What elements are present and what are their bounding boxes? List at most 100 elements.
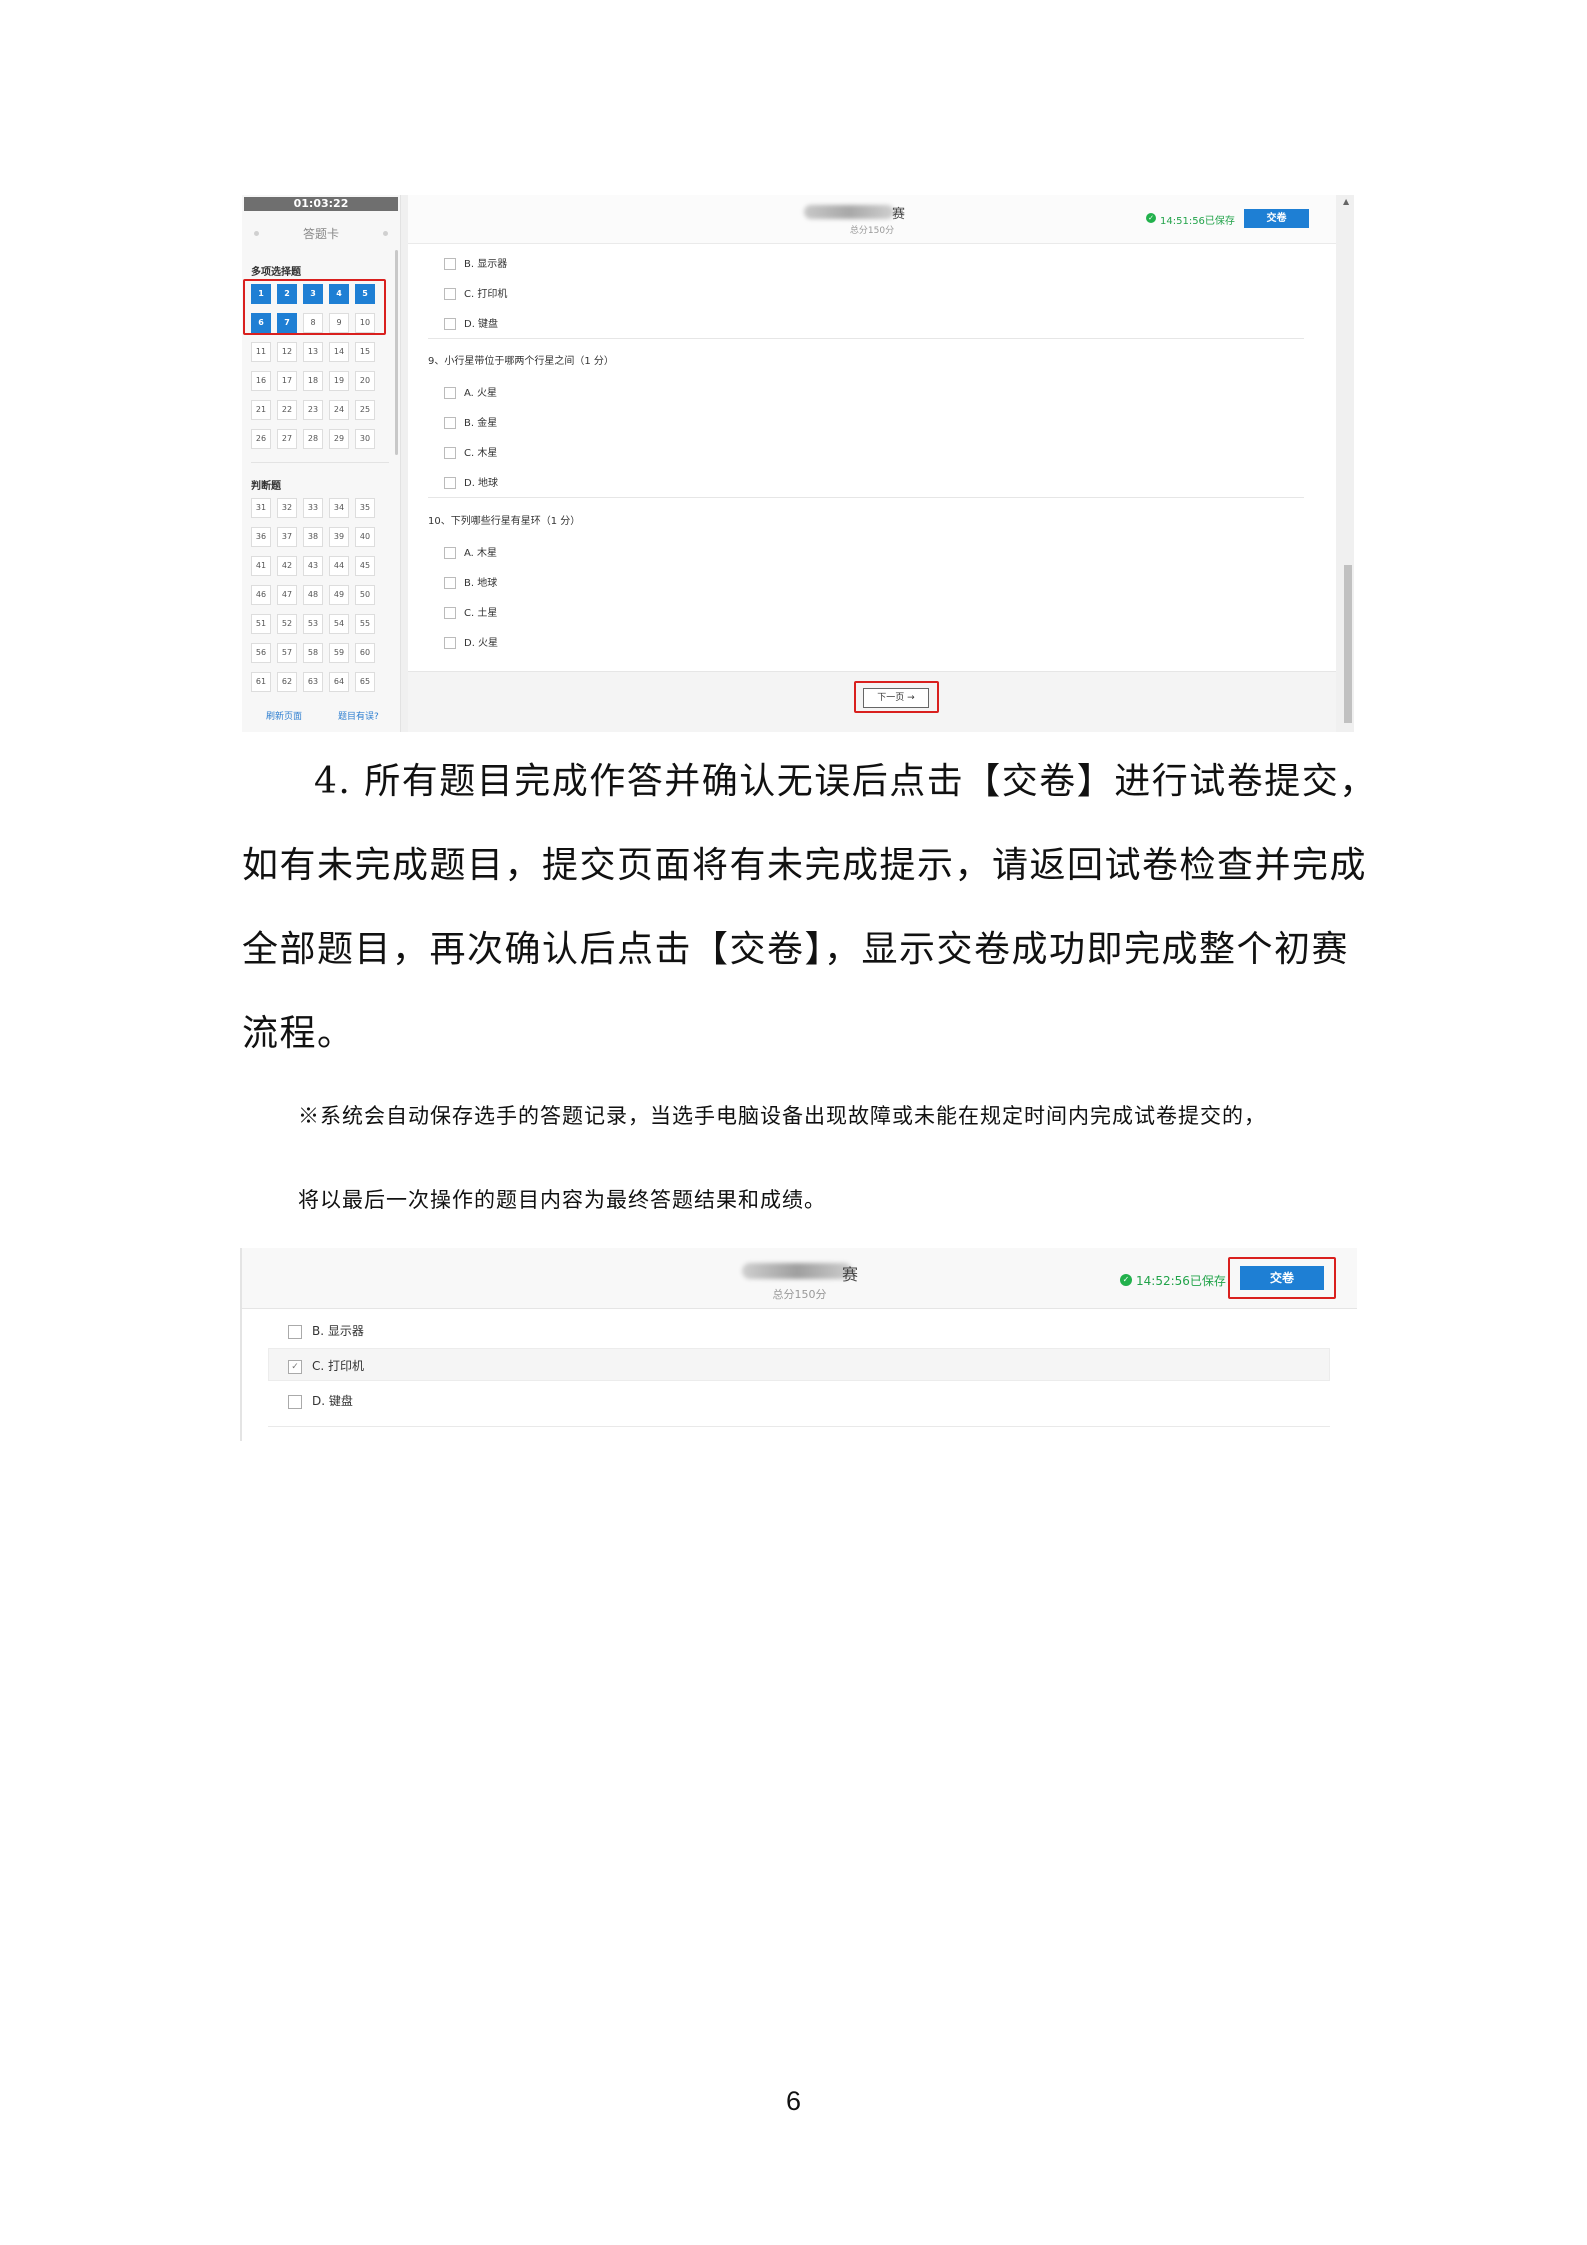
question-number-judge[interactable]: 48 xyxy=(303,585,323,605)
question-number-judge[interactable]: 54 xyxy=(329,614,349,634)
checkbox-icon[interactable] xyxy=(444,288,456,300)
countdown-timer: 01:03:22 xyxy=(244,197,398,211)
question-number-judge[interactable]: 65 xyxy=(355,672,375,692)
question-number-judge[interactable]: 44 xyxy=(329,556,349,576)
question-number-judge[interactable]: 60 xyxy=(355,643,375,663)
question-number-judge[interactable]: 34 xyxy=(329,498,349,518)
option-q10-d[interactable]: D. 火星 xyxy=(444,634,498,649)
question-number-multi[interactable]: 13 xyxy=(303,342,323,362)
checkbox-icon[interactable] xyxy=(444,607,456,619)
option-c[interactable]: ✓ C. 打印机 xyxy=(288,1357,364,1374)
question-number-judge[interactable]: 37 xyxy=(277,527,297,547)
question-number-judge[interactable]: 45 xyxy=(355,556,375,576)
divider xyxy=(251,462,389,463)
question-number-multi[interactable]: 25 xyxy=(355,400,375,420)
option-q9-a[interactable]: A. 火星 xyxy=(444,384,497,399)
question-number-judge[interactable]: 64 xyxy=(329,672,349,692)
question-number-multi[interactable]: 29 xyxy=(329,429,349,449)
question-number-multi[interactable]: 16 xyxy=(251,371,271,391)
question-number-judge[interactable]: 39 xyxy=(329,527,349,547)
question-number-judge[interactable]: 50 xyxy=(355,585,375,605)
question-number-multi[interactable]: 22 xyxy=(277,400,297,420)
question-number-judge[interactable]: 61 xyxy=(251,672,271,692)
question-number-multi[interactable]: 14 xyxy=(329,342,349,362)
question-number-multi[interactable]: 19 xyxy=(329,371,349,391)
question-number-judge[interactable]: 63 xyxy=(303,672,323,692)
highlight-box-submit xyxy=(1228,1257,1336,1299)
question-number-judge[interactable]: 46 xyxy=(251,585,271,605)
checkbox-icon[interactable] xyxy=(444,577,456,589)
question-number-multi[interactable]: 30 xyxy=(355,429,375,449)
exam-title-suffix: 赛 xyxy=(892,207,906,222)
question-number-judge[interactable]: 38 xyxy=(303,527,323,547)
exam-title-suffix: 赛 xyxy=(842,1265,859,1284)
refresh-page-link[interactable]: 刷新页面 xyxy=(266,709,302,722)
question-number-multi[interactable]: 26 xyxy=(251,429,271,449)
checkbox-icon[interactable] xyxy=(444,258,456,270)
question-number-judge[interactable]: 59 xyxy=(329,643,349,663)
question-number-multi[interactable]: 15 xyxy=(355,342,375,362)
option-q10-a[interactable]: A. 木星 xyxy=(444,544,497,559)
checkbox-icon[interactable] xyxy=(444,637,456,649)
question-number-judge[interactable]: 31 xyxy=(251,498,271,518)
option-b[interactable]: B. 显示器 xyxy=(288,1322,364,1339)
scrollbar-thumb[interactable] xyxy=(1344,565,1352,723)
question-number-judge[interactable]: 49 xyxy=(329,585,349,605)
question-number-judge[interactable]: 47 xyxy=(277,585,297,605)
question-number-judge[interactable]: 42 xyxy=(277,556,297,576)
checkbox-icon[interactable] xyxy=(288,1324,302,1339)
question-number-multi[interactable]: 18 xyxy=(303,371,323,391)
question-number-judge[interactable]: 62 xyxy=(277,672,297,692)
question-number-judge[interactable]: 52 xyxy=(277,614,297,634)
option-d[interactable]: D. 键盘 xyxy=(288,1392,353,1409)
question-number-multi[interactable]: 17 xyxy=(277,371,297,391)
option-q8-d[interactable]: D. 键盘 xyxy=(444,315,498,330)
report-error-link[interactable]: 题目有误? xyxy=(338,709,379,722)
sidebar-scrollbar[interactable] xyxy=(395,250,398,455)
question-number-multi[interactable]: 24 xyxy=(329,400,349,420)
question-number-judge[interactable]: 41 xyxy=(251,556,271,576)
checkbox-icon[interactable] xyxy=(444,447,456,459)
checkbox-icon[interactable] xyxy=(444,477,456,489)
question-number-judge[interactable]: 57 xyxy=(277,643,297,663)
question-number-judge[interactable]: 43 xyxy=(303,556,323,576)
option-q8-b[interactable]: B. 显示器 xyxy=(444,255,507,270)
option-q10-b[interactable]: B. 地球 xyxy=(444,574,497,589)
question-number-judge[interactable]: 32 xyxy=(277,498,297,518)
scroll-up-arrow-icon[interactable]: ▲ xyxy=(1343,197,1349,206)
note-line: ※系统会自动保存选手的答题记录，当选手电脑设备出现故障或未能在规定时间内完成试卷… xyxy=(298,1104,1266,1128)
question-number-judge[interactable]: 40 xyxy=(355,527,375,547)
question-number-judge[interactable]: 53 xyxy=(303,614,323,634)
question-number-judge[interactable]: 35 xyxy=(355,498,375,518)
checkbox-icon[interactable] xyxy=(444,387,456,399)
checkbox-icon[interactable] xyxy=(288,1394,302,1409)
paragraph-line: 全部题目，再次确认后点击【交卷】，显示交卷成功即完成整个初赛 xyxy=(242,929,1350,970)
submit-exam-button[interactable]: 交卷 xyxy=(1244,209,1309,228)
question-number-multi[interactable]: 11 xyxy=(251,342,271,362)
checkbox-icon[interactable] xyxy=(444,318,456,330)
question-number-multi[interactable]: 20 xyxy=(355,371,375,391)
checkbox-icon[interactable] xyxy=(444,547,456,559)
option-q10-c[interactable]: C. 土星 xyxy=(444,604,497,619)
question-9-title: 9、小行星带位于哪两个行星之间（1 分） xyxy=(428,356,614,367)
question-number-judge[interactable]: 56 xyxy=(251,643,271,663)
option-q9-d[interactable]: D. 地球 xyxy=(444,474,498,489)
question-number-judge[interactable]: 58 xyxy=(303,643,323,663)
option-q9-c[interactable]: C. 木星 xyxy=(444,444,497,459)
question-number-multi[interactable]: 23 xyxy=(303,400,323,420)
question-number-multi[interactable]: 28 xyxy=(303,429,323,449)
blurred-exam-title xyxy=(804,205,894,219)
option-q9-b[interactable]: B. 金星 xyxy=(444,414,497,429)
question-number-multi[interactable]: 12 xyxy=(277,342,297,362)
question-number-judge[interactable]: 33 xyxy=(303,498,323,518)
question-number-judge[interactable]: 55 xyxy=(355,614,375,634)
question-area: 赛 总分150分 ✓ 14:51:56已保存 交卷 B. 显示器 C. 打印机 … xyxy=(408,195,1336,732)
question-number-judge[interactable]: 36 xyxy=(251,527,271,547)
checkbox-icon[interactable] xyxy=(444,417,456,429)
question-number-multi[interactable]: 27 xyxy=(277,429,297,449)
checkbox-checked-icon[interactable]: ✓ xyxy=(288,1359,302,1374)
question-number-multi[interactable]: 21 xyxy=(251,400,271,420)
option-q8-c[interactable]: C. 打印机 xyxy=(444,285,507,300)
question-number-judge[interactable]: 51 xyxy=(251,614,271,634)
check-circle-icon: ✓ xyxy=(1120,1274,1132,1286)
